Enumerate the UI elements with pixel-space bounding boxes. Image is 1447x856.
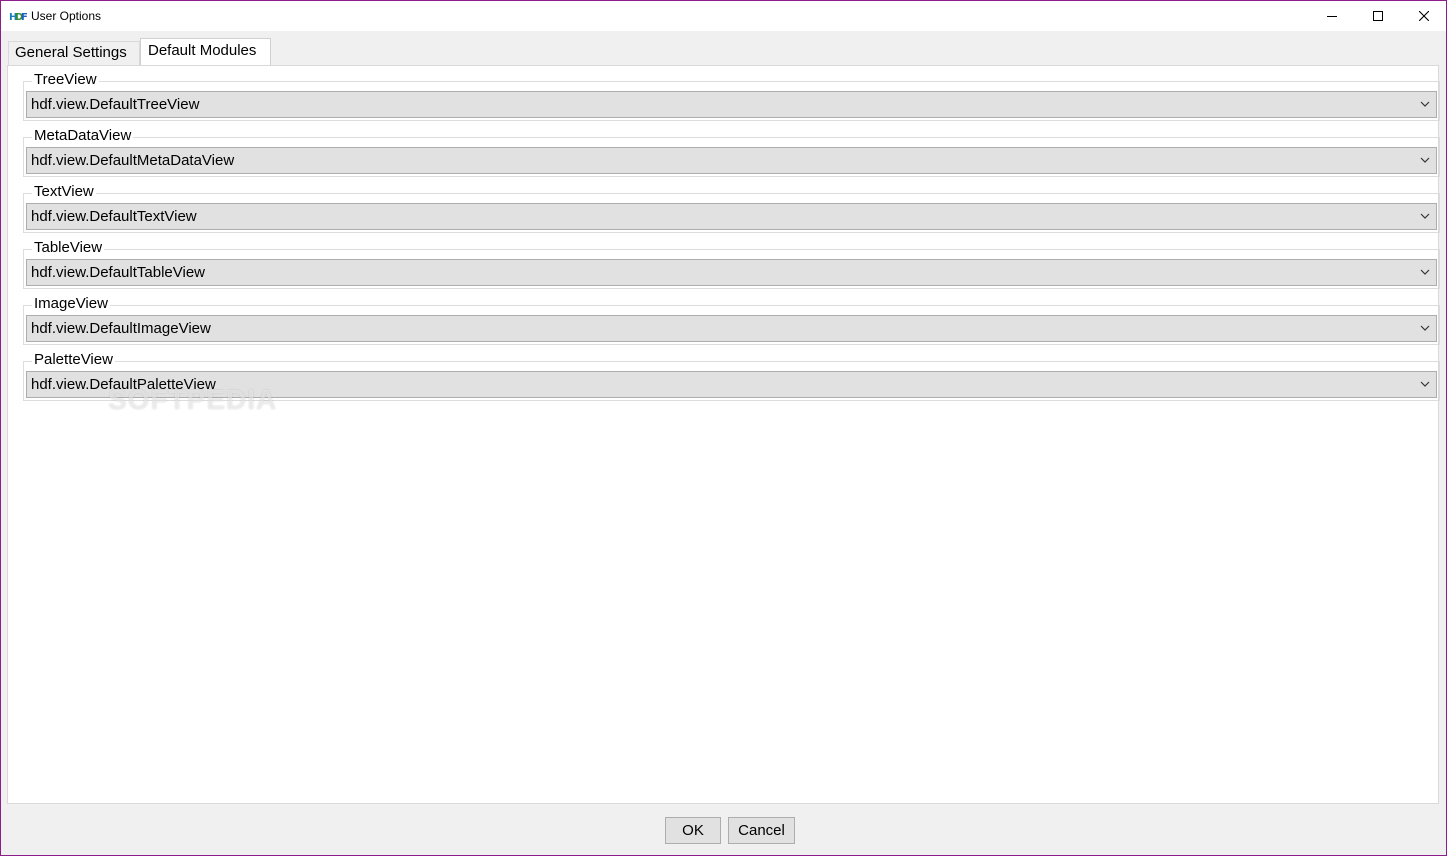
textview-select[interactable]: hdf.view.DefaultTextView xyxy=(26,203,1437,230)
user-options-window: H D F User Options General Settings Defa… xyxy=(0,0,1447,856)
metadataview-group: MetaDataView hdf.view.DefaultMetaDataVie… xyxy=(23,128,1440,177)
chevron-down-icon xyxy=(1420,101,1430,107)
tableview-group: TableView hdf.view.DefaultTableView xyxy=(23,240,1440,289)
treeview-select[interactable]: hdf.view.DefaultTreeView xyxy=(26,91,1437,118)
paletteview-label: PaletteView xyxy=(32,351,115,368)
svg-text:F: F xyxy=(21,12,27,23)
hdf-logo-icon: H D F xyxy=(9,12,27,23)
watermark: SOFTPEDIA xyxy=(108,384,278,415)
maximize-button[interactable] xyxy=(1355,1,1401,31)
chevron-down-icon xyxy=(1420,213,1430,219)
metadataview-label: MetaDataView xyxy=(32,127,134,144)
treeview-value: hdf.view.DefaultTreeView xyxy=(31,96,200,113)
default-modules-panel: TreeView hdf.view.DefaultTreeView MetaDa… xyxy=(7,65,1440,804)
window-title: User Options xyxy=(31,9,102,23)
textview-label: TextView xyxy=(32,183,96,200)
chevron-down-icon xyxy=(1420,325,1430,331)
maximize-icon xyxy=(1373,11,1383,21)
imageview-select[interactable]: hdf.view.DefaultImageView xyxy=(26,315,1437,342)
tab-general-settings[interactable]: General Settings xyxy=(8,41,140,65)
minimize-button[interactable] xyxy=(1309,1,1355,31)
tab-default-modules[interactable]: Default Modules xyxy=(140,38,271,66)
title-bar[interactable]: H D F User Options xyxy=(1,1,1446,31)
tableview-select[interactable]: hdf.view.DefaultTableView xyxy=(26,259,1437,286)
tableview-value: hdf.view.DefaultTableView xyxy=(31,264,205,281)
imageview-group: ImageView hdf.view.DefaultImageView xyxy=(23,296,1440,345)
treeview-group: TreeView hdf.view.DefaultTreeView xyxy=(23,72,1440,121)
metadataview-select[interactable]: hdf.view.DefaultMetaDataView xyxy=(26,147,1437,174)
imageview-value: hdf.view.DefaultImageView xyxy=(31,320,211,337)
chevron-down-icon xyxy=(1420,269,1430,275)
treeview-label: TreeView xyxy=(32,71,99,88)
close-button[interactable] xyxy=(1401,1,1447,31)
ok-button[interactable]: OK xyxy=(665,817,721,844)
textview-group: TextView hdf.view.DefaultTextView xyxy=(23,184,1440,233)
cancel-button[interactable]: Cancel xyxy=(728,817,795,844)
textview-value: hdf.view.DefaultTextView xyxy=(31,208,197,225)
chevron-down-icon xyxy=(1420,157,1430,163)
metadataview-value: hdf.view.DefaultMetaDataView xyxy=(31,152,235,169)
imageview-label: ImageView xyxy=(32,295,110,312)
minimize-icon xyxy=(1327,16,1337,17)
tableview-label: TableView xyxy=(32,239,105,256)
chevron-down-icon xyxy=(1420,381,1430,387)
close-icon xyxy=(1419,11,1429,21)
